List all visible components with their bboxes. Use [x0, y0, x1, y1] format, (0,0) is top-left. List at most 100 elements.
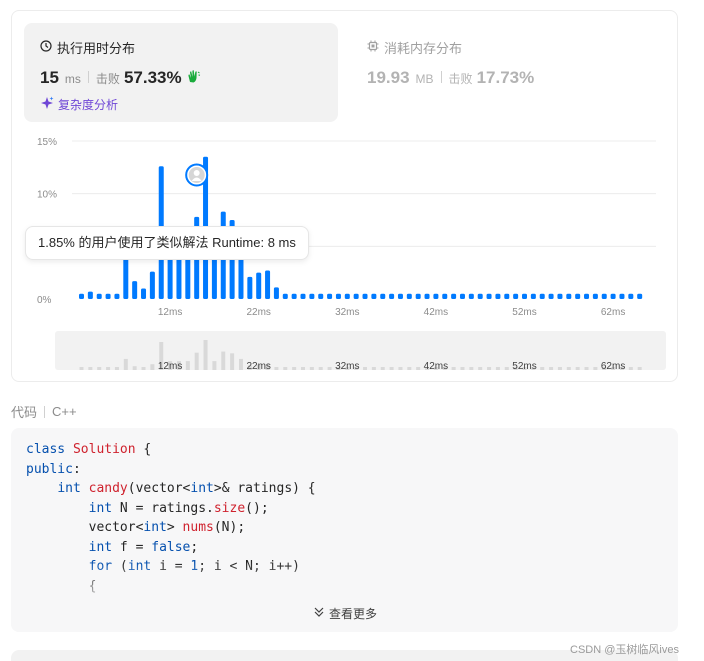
x-tick-label: 52ms	[512, 307, 536, 318]
bar[interactable]	[176, 256, 182, 299]
bar[interactable]	[451, 293, 457, 299]
navigator-bar	[185, 361, 190, 370]
bar[interactable]	[309, 293, 315, 299]
navigator-bar	[593, 367, 598, 370]
navigator-track[interactable]	[55, 331, 666, 370]
navigator-bar	[212, 361, 217, 370]
bar[interactable]	[522, 293, 527, 299]
show-more-button[interactable]: 查看更多	[313, 605, 377, 622]
bar[interactable]	[362, 293, 368, 299]
navigator-bar	[203, 340, 208, 370]
watermark: CSDN @玉树临风ives	[570, 644, 679, 656]
navigator-bar	[123, 358, 128, 370]
code-block[interactable]: class Solution { public: int candy(vecto…	[11, 428, 678, 632]
bar[interactable]	[353, 293, 359, 299]
bar[interactable]	[406, 293, 412, 299]
bar[interactable]	[637, 293, 643, 299]
bar[interactable]	[141, 288, 147, 299]
navigator-bar	[380, 367, 385, 370]
bar[interactable]	[584, 293, 590, 299]
bar[interactable]	[459, 293, 465, 299]
bar[interactable]	[628, 293, 634, 299]
bar[interactable]	[548, 293, 554, 299]
navigator-bar	[460, 367, 465, 370]
navigator-tick-label: 52ms	[512, 361, 536, 372]
bar[interactable]	[389, 293, 395, 299]
navigator-bar	[283, 367, 288, 370]
bar[interactable]	[87, 291, 93, 299]
bar[interactable]	[327, 293, 333, 299]
bar[interactable]	[291, 293, 297, 299]
bar[interactable]	[96, 293, 102, 299]
bar[interactable]	[610, 293, 616, 299]
navigator-tick-label: 42ms	[424, 361, 448, 372]
navigator-bar	[221, 351, 226, 370]
navigator-bar	[469, 367, 474, 370]
bar[interactable]	[211, 256, 217, 299]
show-more-label: 查看更多	[329, 607, 378, 621]
y-tick-label: 10%	[37, 190, 57, 201]
runtime-distribution-chart[interactable]: 15%10%5%0% 12ms22ms32ms42ms52ms62ms 12ms…	[0, 0, 704, 380]
navigator-bar	[398, 367, 403, 370]
bar[interactable]	[265, 270, 271, 299]
navigator-tick-label: 12ms	[158, 361, 182, 372]
navigator-tick-label: 62ms	[601, 361, 625, 372]
bar[interactable]	[335, 293, 341, 299]
bar[interactable]	[601, 293, 607, 299]
user-position-marker	[185, 163, 209, 187]
bar[interactable]	[415, 293, 421, 299]
navigator-bar	[451, 367, 456, 370]
bar[interactable]	[575, 293, 581, 299]
bar[interactable]	[105, 293, 111, 299]
bar[interactable]	[619, 293, 625, 299]
bar[interactable]	[477, 293, 483, 299]
bar[interactable]	[539, 293, 545, 299]
chart-x-axis: 12ms 22ms 32ms 42ms 52ms 62ms	[158, 307, 625, 318]
x-tick-label: 12ms	[158, 307, 182, 318]
bar[interactable]	[114, 293, 120, 299]
bar[interactable]	[167, 256, 173, 299]
navigator-bar	[194, 352, 199, 370]
x-tick-label: 62ms	[601, 307, 625, 318]
bar[interactable]	[300, 293, 306, 299]
bar[interactable]	[185, 256, 191, 299]
bar[interactable]	[468, 293, 474, 299]
navigator-bar	[389, 367, 394, 370]
bar[interactable]	[282, 293, 288, 299]
navigator-bar	[292, 367, 297, 370]
navigator-bar	[309, 367, 314, 370]
bar[interactable]	[424, 293, 430, 299]
bar[interactable]	[132, 281, 138, 299]
navigator-bar	[301, 367, 305, 370]
bar[interactable]	[442, 293, 448, 299]
bar[interactable]	[397, 293, 403, 299]
bar[interactable]	[79, 293, 84, 299]
navigator-bar	[416, 367, 421, 370]
bar[interactable]	[149, 271, 155, 299]
navigator-bar	[88, 367, 93, 370]
bar[interactable]	[530, 293, 536, 299]
bar[interactable]	[504, 293, 510, 299]
navigator-bar	[371, 367, 376, 370]
bar[interactable]	[495, 293, 501, 299]
navigator-bar	[318, 367, 323, 370]
bar[interactable]	[486, 293, 492, 299]
bar[interactable]	[592, 293, 598, 299]
bar[interactable]	[557, 293, 563, 299]
navigator-bar	[97, 367, 102, 370]
bar[interactable]	[513, 293, 519, 299]
bar[interactable]	[247, 276, 253, 299]
bar[interactable]	[566, 293, 572, 299]
bar[interactable]	[344, 293, 350, 299]
navigator-bar	[106, 367, 111, 370]
bar[interactable]	[256, 272, 262, 299]
bar[interactable]	[318, 293, 324, 299]
bar[interactable]	[273, 287, 279, 299]
chart-y-axis: 15%10%5%0%	[37, 137, 57, 306]
bar[interactable]	[433, 293, 439, 299]
bar[interactable]	[380, 293, 386, 299]
bar[interactable]	[371, 293, 377, 299]
x-tick-label: 32ms	[335, 307, 359, 318]
chart-tooltip: 1.85% 的用户使用了类似解法 Runtime: 8 ms	[25, 226, 309, 260]
chart-range-navigator[interactable]: 12ms 22ms 32ms 42ms 52ms 62ms	[55, 331, 666, 372]
